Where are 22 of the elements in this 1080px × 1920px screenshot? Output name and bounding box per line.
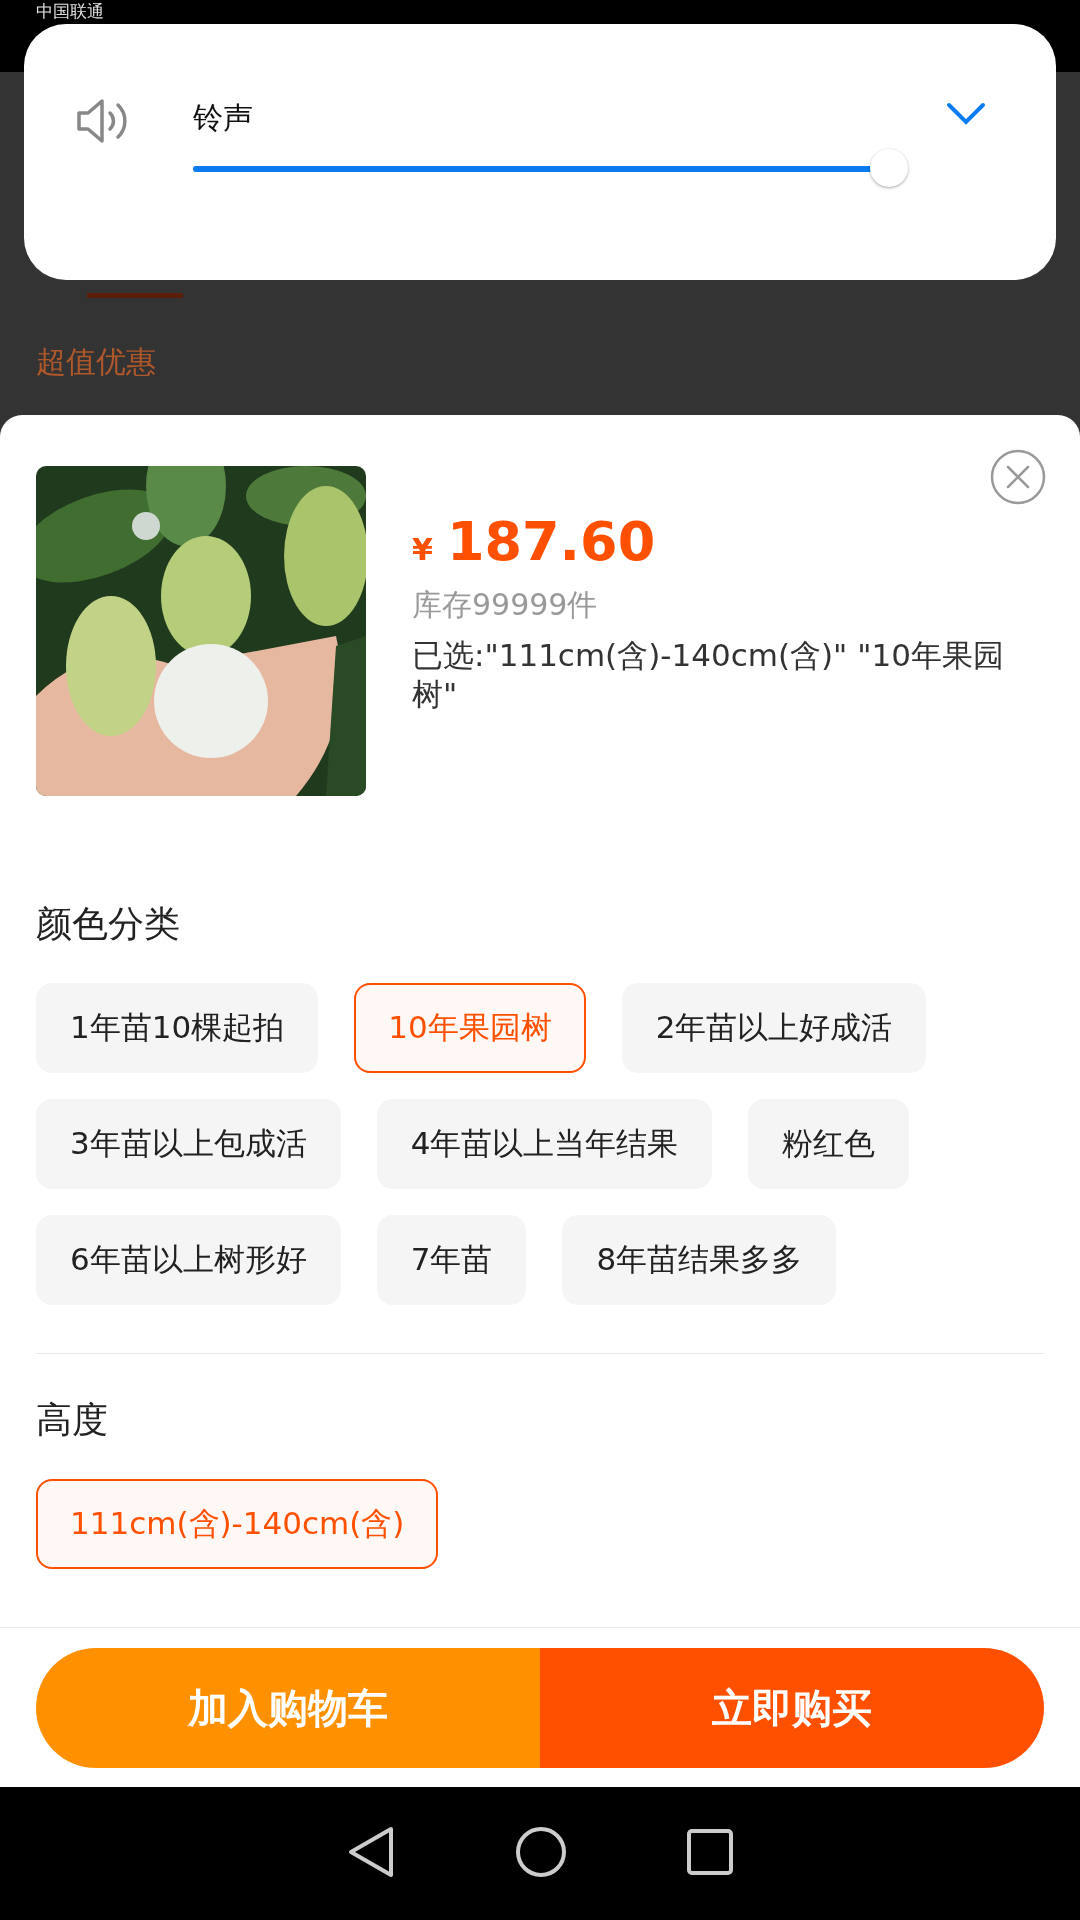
group-title: 颜色分类 xyxy=(36,902,181,946)
slider-thumb[interactable] xyxy=(870,149,908,187)
option-chip[interactable]: 2年苗以上好成活 xyxy=(621,983,927,1073)
currency-symbol: ¥ xyxy=(412,532,433,567)
option-chip[interactable]: 3年苗以上包成活 xyxy=(36,1099,341,1189)
close-icon[interactable] xyxy=(990,449,1046,505)
chevron-down-icon[interactable] xyxy=(946,102,986,126)
stock-text: 库存99999件 xyxy=(412,586,599,624)
recents-button[interactable] xyxy=(687,1829,733,1878)
option-chip[interactable]: 8年苗结果多多 xyxy=(562,1215,837,1305)
section-title: 超值优惠 xyxy=(36,343,157,381)
option-chip[interactable]: 4年苗以上当年结果 xyxy=(376,1099,713,1189)
volume-label: 铃声 xyxy=(193,100,254,136)
price: 187.60 xyxy=(446,510,656,573)
selected-text: 已选:"111cm(含)-140cm(含)" "10年果园树" xyxy=(412,636,1005,714)
group-title: 高度 xyxy=(36,1398,109,1442)
option-chip[interactable]: 6年苗以上树形好 xyxy=(36,1215,341,1305)
option-chip[interactable]: 7年苗 xyxy=(376,1215,527,1305)
speaker-icon[interactable] xyxy=(76,97,130,145)
option-chip[interactable]: 1年苗10棵起拍 xyxy=(36,983,319,1073)
option-chip[interactable]: 粉红色 xyxy=(748,1099,910,1189)
carrier-name: 中国联通 xyxy=(36,1,104,21)
